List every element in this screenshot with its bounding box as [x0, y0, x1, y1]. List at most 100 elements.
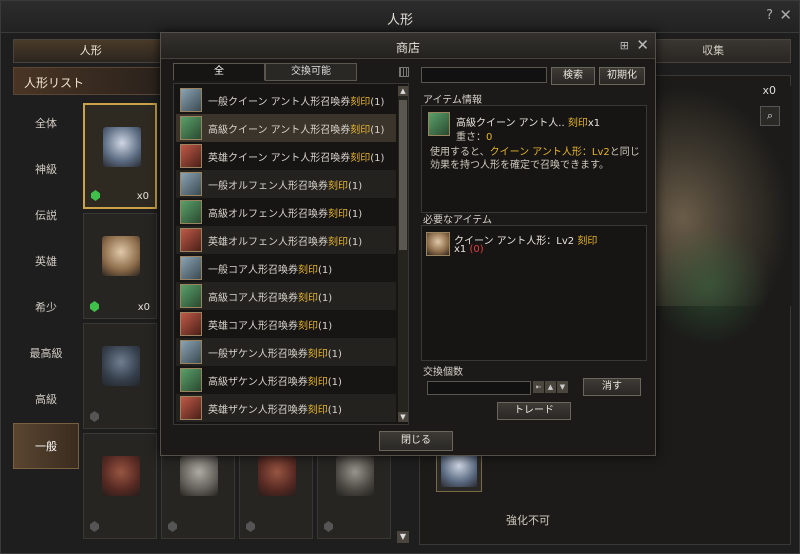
reset-button[interactable]: 初期化: [599, 67, 645, 85]
clear-button[interactable]: 消す: [583, 378, 641, 396]
doll-count: x0: [137, 302, 150, 313]
max-icon[interactable]: ⇤: [533, 381, 544, 393]
ticket-icon: [180, 88, 202, 112]
ticket-icon: [428, 112, 450, 136]
doll-portrait: [102, 236, 140, 276]
scroll-down-icon[interactable]: ▼: [398, 412, 408, 422]
gem-icon: [168, 521, 177, 532]
item-name: 高級コア人形召喚券刻印(1): [208, 293, 333, 304]
window-title: 人形: [386, 13, 413, 28]
category-normal[interactable]: 一般: [13, 423, 79, 469]
category-all[interactable]: 全体: [13, 101, 79, 147]
shop-item-row[interactable]: 英雄コア人形召喚券刻印(1): [176, 310, 396, 338]
exchange-count-label: 交換個数: [423, 367, 463, 378]
item-name: 一般クイーン アント人形召喚券刻印(1): [208, 97, 385, 108]
detail-count: x0: [762, 84, 776, 97]
shop-item-row[interactable]: 英雄ザケン人形召喚券刻印(1): [176, 394, 396, 422]
ticket-icon: [180, 284, 202, 308]
shop-item-row[interactable]: 英雄オルフェン人形召喚券刻印(1): [176, 226, 396, 254]
shop-title: 商店: [395, 41, 420, 55]
item-name: 一般ザケン人形召喚券刻印(1): [208, 349, 342, 360]
ticket-icon: [180, 340, 202, 364]
category-divine[interactable]: 神級: [13, 147, 79, 193]
close-icon[interactable]: ✕: [636, 36, 649, 54]
search-input[interactable]: [421, 67, 547, 83]
doll-count: x0: [136, 191, 149, 202]
category-highest[interactable]: 最高級: [13, 331, 79, 377]
item-name: 英雄オルフェン人形召喚券刻印(1): [208, 237, 363, 248]
doll-slot[interactable]: [83, 433, 157, 539]
trade-button[interactable]: トレード: [497, 402, 571, 420]
window-titlebar: 人形 ? ✕: [1, 1, 799, 33]
doll-portrait: [180, 456, 218, 496]
item-name: 英雄ザケン人形召喚券刻印(1): [208, 405, 342, 416]
item-name: 高級クイーン アント人形召喚券刻印(1): [208, 125, 385, 136]
item-name: 一般コア人形召喚券刻印(1): [208, 265, 333, 276]
shop-tabs: 全 交換可能: [173, 63, 357, 81]
scroll-up-icon[interactable]: ▲: [398, 86, 408, 96]
gem-icon: [91, 190, 100, 201]
ticket-icon: [180, 368, 202, 392]
doll-artwork-glow: [650, 226, 770, 346]
search-button[interactable]: 検索: [551, 67, 595, 85]
tab-doll[interactable]: 人形: [13, 39, 169, 63]
exchange-count-field[interactable]: [427, 381, 531, 395]
item-info-box: 高級クイーン アント人.. 刻印x1 重さ：0 使用すると、クイーン アント人形…: [421, 105, 647, 213]
category-hero[interactable]: 英雄: [13, 239, 79, 285]
tab-collection[interactable]: 収集: [635, 39, 791, 63]
shop-dialog: 商店 ⊞ ✕ 全 交換可能 一般クイーン アント人形召喚券刻印(1) 高級クイー…: [160, 32, 656, 456]
ticket-icon: [180, 200, 202, 224]
ticket-icon: [180, 144, 202, 168]
pin-icon[interactable]: ⊞: [620, 39, 629, 52]
item-name: 高級オルフェン人形召喚券刻印(1): [208, 209, 363, 220]
doll-slot[interactable]: x0: [83, 103, 157, 209]
tab-exchangeable[interactable]: 交換可能: [265, 63, 357, 81]
search-icon[interactable]: ⌕: [760, 106, 780, 126]
gem-icon: [90, 411, 99, 422]
gem-icon: [246, 521, 255, 532]
close-icon[interactable]: ✕: [779, 6, 792, 24]
shop-list-scrollbar[interactable]: ▲ ▼: [398, 86, 408, 422]
help-icon[interactable]: ?: [766, 8, 773, 23]
doll-portrait: [102, 456, 140, 496]
ticket-icon: [180, 256, 202, 280]
shop-item-row[interactable]: 一般オルフェン人形召喚券刻印(1): [176, 170, 396, 198]
doll-slot[interactable]: [83, 323, 157, 429]
ticket-icon: [180, 312, 202, 336]
gem-icon: [90, 301, 99, 312]
quantity-stepper: ⇤ ▲ ▼: [533, 381, 568, 393]
shop-item-row[interactable]: 一般ザケン人形召喚券刻印(1): [176, 338, 396, 366]
item-name: 一般オルフェン人形召喚券刻印(1): [208, 181, 363, 192]
close-button[interactable]: 閉じる: [379, 431, 453, 451]
doll-portrait: [102, 346, 140, 386]
category-legend[interactable]: 伝説: [13, 193, 79, 239]
required-items-box: クイーン アント人形：Lv2 刻印 x1 (0): [421, 225, 647, 361]
scroll-thumb[interactable]: [399, 100, 407, 250]
shop-item-row[interactable]: 高級コア人形召喚券刻印(1): [176, 282, 396, 310]
ticket-icon: [180, 396, 202, 420]
doll-portrait: [336, 456, 374, 496]
tab-all[interactable]: 全: [173, 63, 265, 81]
grid-scroll-down-button[interactable]: ▼: [397, 531, 409, 543]
ticket-icon: [180, 228, 202, 252]
strengthen-note: 強化不可: [506, 514, 550, 527]
category-high[interactable]: 高級: [13, 377, 79, 423]
shop-item-row[interactable]: 高級ザケン人形召喚券刻印(1): [176, 366, 396, 394]
shop-item-row[interactable]: 高級クイーン アント人形召喚券刻印(1): [176, 114, 396, 142]
gem-icon: [324, 521, 333, 532]
increase-icon[interactable]: ▼: [557, 381, 568, 393]
shop-item-row[interactable]: 英雄クイーン アント人形召喚券刻印(1): [176, 142, 396, 170]
shop-item-row[interactable]: 一般クイーン アント人形召喚券刻印(1): [176, 86, 396, 114]
shop-item-row[interactable]: 一般コア人形召喚券刻印(1): [176, 254, 396, 282]
category-rare[interactable]: 希少: [13, 285, 79, 331]
item-name: 英雄コア人形召喚券刻印(1): [208, 321, 333, 332]
category-list: 全体 神級 伝説 英雄 希少 最高級 高級 一般: [13, 101, 79, 469]
shop-item-list: 一般クイーン アント人形召喚券刻印(1) 高級クイーン アント人形召喚券刻印(1…: [173, 83, 409, 425]
shop-item-row[interactable]: 高級オルフェン人形召喚券刻印(1): [176, 198, 396, 226]
grid-view-icon[interactable]: [399, 67, 409, 77]
doll-slot[interactable]: x0: [83, 213, 157, 319]
decrease-icon[interactable]: ▲: [545, 381, 556, 393]
item-name: 英雄クイーン アント人形召喚券刻印(1): [208, 153, 385, 164]
item-name: 高級ザケン人形召喚券刻印(1): [208, 377, 342, 388]
gem-icon: [90, 521, 99, 532]
